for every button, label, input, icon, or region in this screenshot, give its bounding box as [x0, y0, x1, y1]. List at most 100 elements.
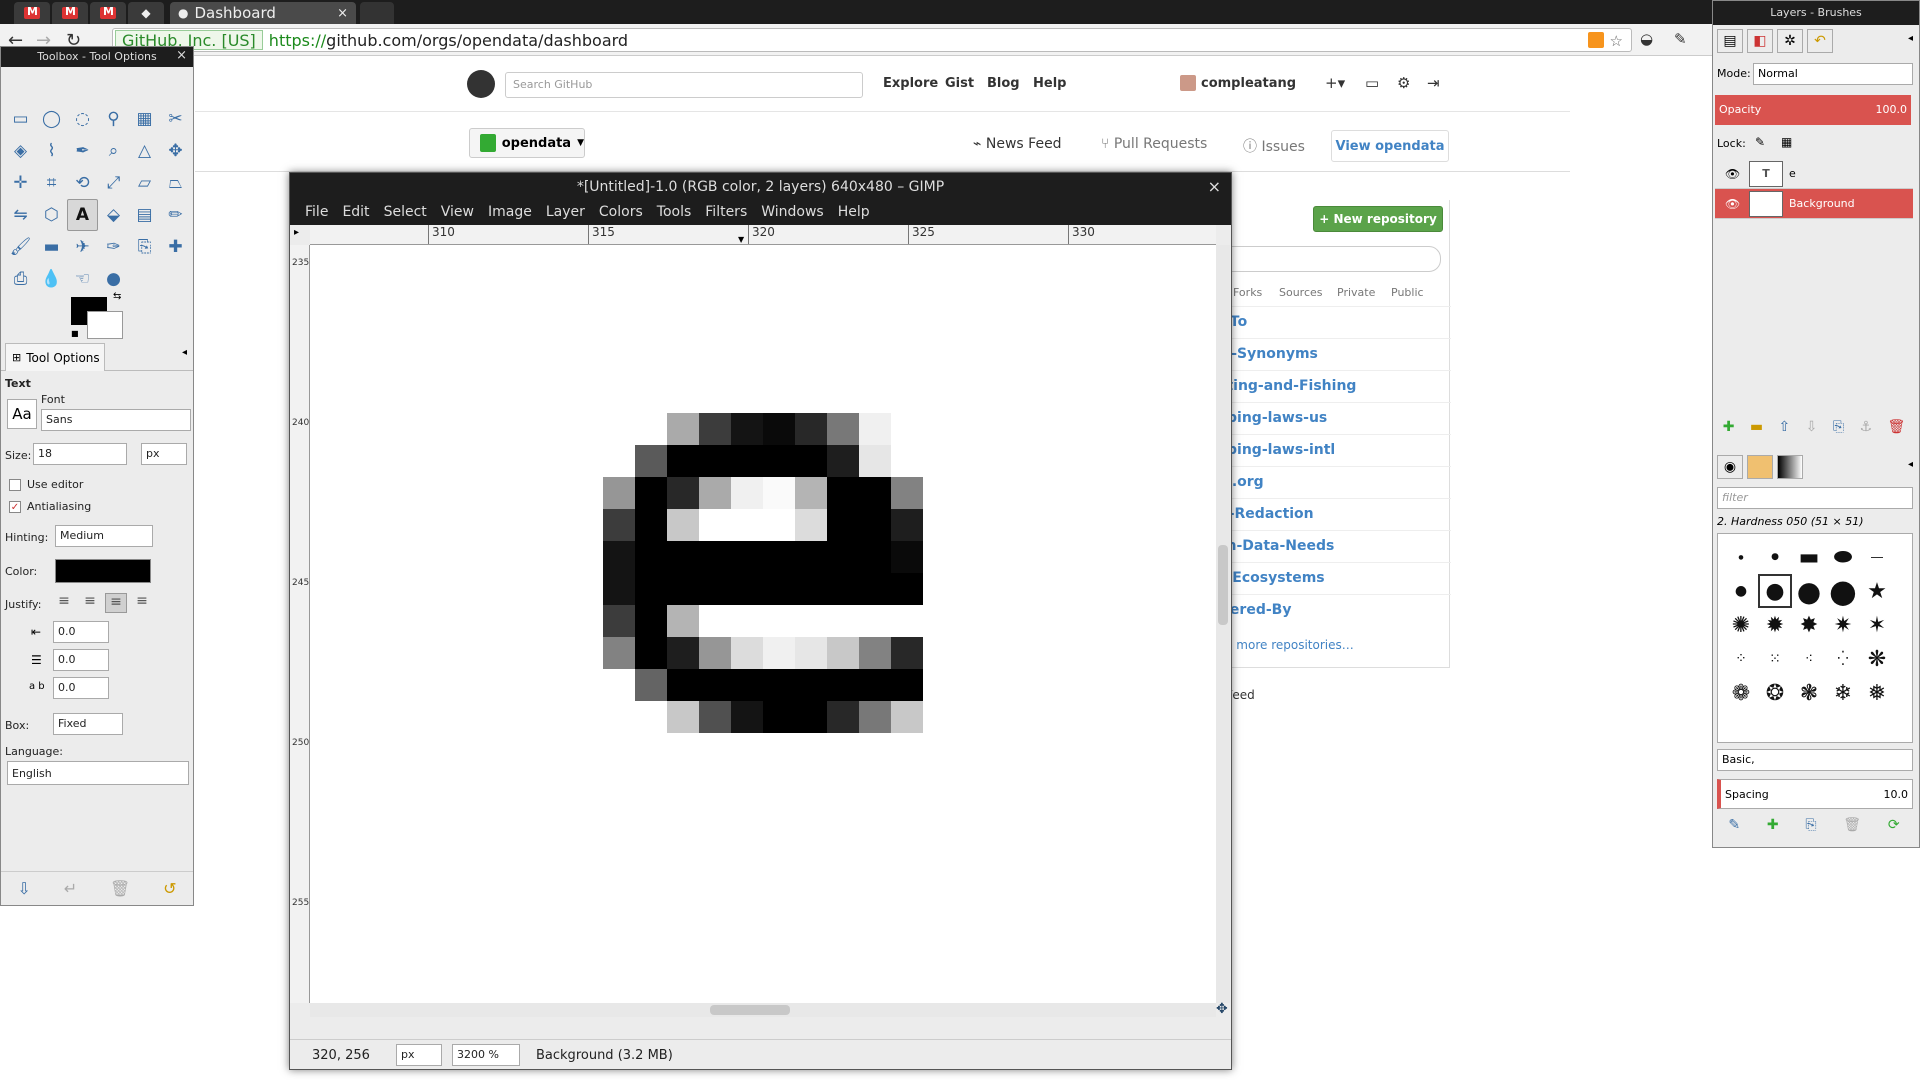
- repo-tab-forks[interactable]: Forks: [1233, 286, 1262, 299]
- nav-help[interactable]: Help: [1033, 76, 1066, 91]
- justify-fill-icon[interactable]: ≡: [131, 593, 153, 613]
- repo-link[interactable]: a-Ecosystems: [1209, 562, 1451, 594]
- layer-row-selected[interactable]: 👁 Background: [1715, 189, 1913, 219]
- refresh-brushes-icon[interactable]: ⟳: [1888, 817, 1900, 843]
- menu-view[interactable]: View: [434, 201, 481, 225]
- menu-colors[interactable]: Colors: [592, 201, 650, 225]
- browser-tab-gmail-3[interactable]: [90, 2, 126, 24]
- brush-item[interactable]: ⁘: [1724, 642, 1758, 676]
- navigate-icon[interactable]: ✥: [1216, 1001, 1228, 1017]
- undo-tab-icon[interactable]: ↶: [1807, 29, 1833, 53]
- lock-alpha-icon[interactable]: ▦: [1781, 135, 1792, 149]
- address-bar[interactable]: GitHub, Inc. [US] https:// github.com/or…: [112, 28, 1632, 52]
- brush-item[interactable]: ❂: [1758, 676, 1792, 710]
- repo-filter-input[interactable]: [1209, 246, 1441, 272]
- star-icon[interactable]: ☆: [1610, 32, 1623, 50]
- brush-item[interactable]: ●: [1792, 574, 1826, 608]
- brush-item[interactable]: ●: [1826, 572, 1860, 610]
- nav-blog[interactable]: Blog: [987, 76, 1020, 91]
- browser-tab-generic[interactable]: ◆: [128, 2, 164, 24]
- zoom-select[interactable]: 3200 %: [452, 1044, 520, 1066]
- move-icon[interactable]: ✥: [160, 135, 191, 167]
- clone-icon[interactable]: ⎘: [129, 231, 160, 263]
- raise-layer-icon[interactable]: ⇧: [1779, 419, 1791, 445]
- cage-transform-icon[interactable]: ⬡: [36, 199, 67, 231]
- close-icon[interactable]: ×: [1208, 177, 1221, 196]
- paintbrush-icon[interactable]: 🖌: [5, 231, 36, 263]
- repo-link[interactable]: N-Redaction: [1209, 498, 1451, 530]
- menu-layer[interactable]: Layer: [539, 201, 592, 225]
- duplicate-layer-icon[interactable]: ⎘: [1833, 419, 1844, 445]
- delete-options-icon[interactable]: 🗑: [110, 879, 130, 898]
- brush-item[interactable]: ●: [1724, 540, 1758, 574]
- lock-pixels-icon[interactable]: ✎: [1755, 135, 1765, 149]
- brush-item[interactable]: ⁙: [1758, 642, 1792, 676]
- paths-tab-icon[interactable]: ✲: [1777, 29, 1803, 53]
- new-layer-group-icon[interactable]: ▬: [1750, 419, 1763, 445]
- horizontal-ruler[interactable]: 310 315 320 325 330 ▼: [310, 225, 1216, 245]
- visibility-eye-icon[interactable]: 👁: [1725, 197, 1740, 211]
- gradients-tab-icon[interactable]: [1777, 455, 1803, 479]
- tab-tool-options[interactable]: ⊞ Tool Options: [5, 343, 105, 371]
- reset-colors-icon[interactable]: ■: [71, 329, 79, 338]
- text-tool-icon[interactable]: A: [67, 199, 98, 231]
- brush-item[interactable]: ✹: [1758, 608, 1792, 642]
- browser-tab-dashboard[interactable]: ● Dashboard ×: [170, 2, 356, 24]
- browser-tab-gmail-2[interactable]: [52, 2, 88, 24]
- brush-item[interactable]: ●: [1758, 540, 1792, 574]
- close-icon[interactable]: ×: [176, 48, 187, 63]
- horizontal-scrollbar[interactable]: [310, 1003, 1216, 1017]
- text-color-button[interactable]: [55, 559, 151, 583]
- brush-item[interactable]: ❅: [1860, 676, 1894, 710]
- gear-icon[interactable]: ⚙: [1397, 74, 1410, 92]
- repo-tab-public[interactable]: Public: [1391, 286, 1424, 299]
- foreground-select-icon[interactable]: ◈: [5, 135, 36, 167]
- brush-item[interactable]: ⬬: [1826, 540, 1860, 574]
- save-options-icon[interactable]: ⇩: [17, 879, 30, 898]
- color-picker-icon[interactable]: ✒: [67, 135, 98, 167]
- free-select-icon[interactable]: ◌: [67, 103, 98, 135]
- brush-item[interactable]: ★: [1860, 574, 1894, 608]
- sign-out-icon[interactable]: ⇥: [1427, 74, 1440, 92]
- menu-filters[interactable]: Filters: [698, 201, 754, 225]
- language-field[interactable]: English: [7, 761, 189, 785]
- perspective-icon[interactable]: ⏢: [160, 167, 191, 199]
- anchor-layer-icon[interactable]: ⚓: [1859, 419, 1872, 445]
- vertical-ruler[interactable]: 235 240 245 250 255: [290, 245, 310, 1003]
- swap-colors-icon[interactable]: ⇆: [113, 291, 121, 302]
- menu-file[interactable]: File: [298, 201, 335, 225]
- repo-link[interactable]: pping-laws-us: [1209, 402, 1451, 434]
- layer-mode-select[interactable]: Normal: [1753, 63, 1913, 85]
- extension-icon[interactable]: ◒: [1640, 30, 1653, 48]
- patterns-tab-icon[interactable]: [1747, 455, 1773, 479]
- brush-item[interactable]: ❁: [1724, 676, 1758, 710]
- size-field[interactable]: 18: [33, 443, 127, 465]
- brush-item[interactable]: ✸: [1792, 608, 1826, 642]
- delete-layer-icon[interactable]: 🗑: [1887, 419, 1905, 445]
- brush-item[interactable]: ❋: [1860, 642, 1894, 676]
- vertical-scrollbar[interactable]: [1216, 245, 1230, 1003]
- new-repository-button[interactable]: + New repository: [1313, 206, 1443, 232]
- brush-item[interactable]: ⁖: [1792, 642, 1826, 676]
- box-select[interactable]: Fixed: [53, 713, 123, 735]
- image-canvas[interactable]: [310, 245, 1216, 1003]
- visibility-eye-icon[interactable]: 👁: [1725, 167, 1740, 181]
- quick-mask-icon[interactable]: ▸: [294, 227, 299, 238]
- opacity-slider[interactable]: Opacity 100.0: [1715, 95, 1911, 125]
- nav-explore[interactable]: Explore: [883, 76, 938, 91]
- repo-tab-sources[interactable]: Sources: [1279, 286, 1323, 299]
- blur-icon[interactable]: 💧: [36, 263, 67, 295]
- scrollbar-thumb[interactable]: [710, 1005, 790, 1015]
- measure-icon[interactable]: △: [129, 135, 160, 167]
- github-octocat-icon[interactable]: [467, 70, 495, 98]
- fuzzy-select-icon[interactable]: ⚲: [98, 103, 129, 135]
- line-spacing-field[interactable]: 0.0: [53, 649, 109, 671]
- repo-link[interactable]: pping-laws-intl: [1209, 434, 1451, 466]
- edit-brush-icon[interactable]: ✎: [1728, 817, 1740, 843]
- tab-pull-requests[interactable]: ⑂ Pull Requests: [1101, 136, 1207, 152]
- repo-link[interactable]: v-To: [1209, 306, 1451, 338]
- delete-brush-icon[interactable]: 🗑: [1843, 817, 1861, 843]
- new-tab-button[interactable]: [360, 2, 394, 24]
- menu-windows[interactable]: Windows: [754, 201, 831, 225]
- repo-tab-private[interactable]: Private: [1337, 286, 1375, 299]
